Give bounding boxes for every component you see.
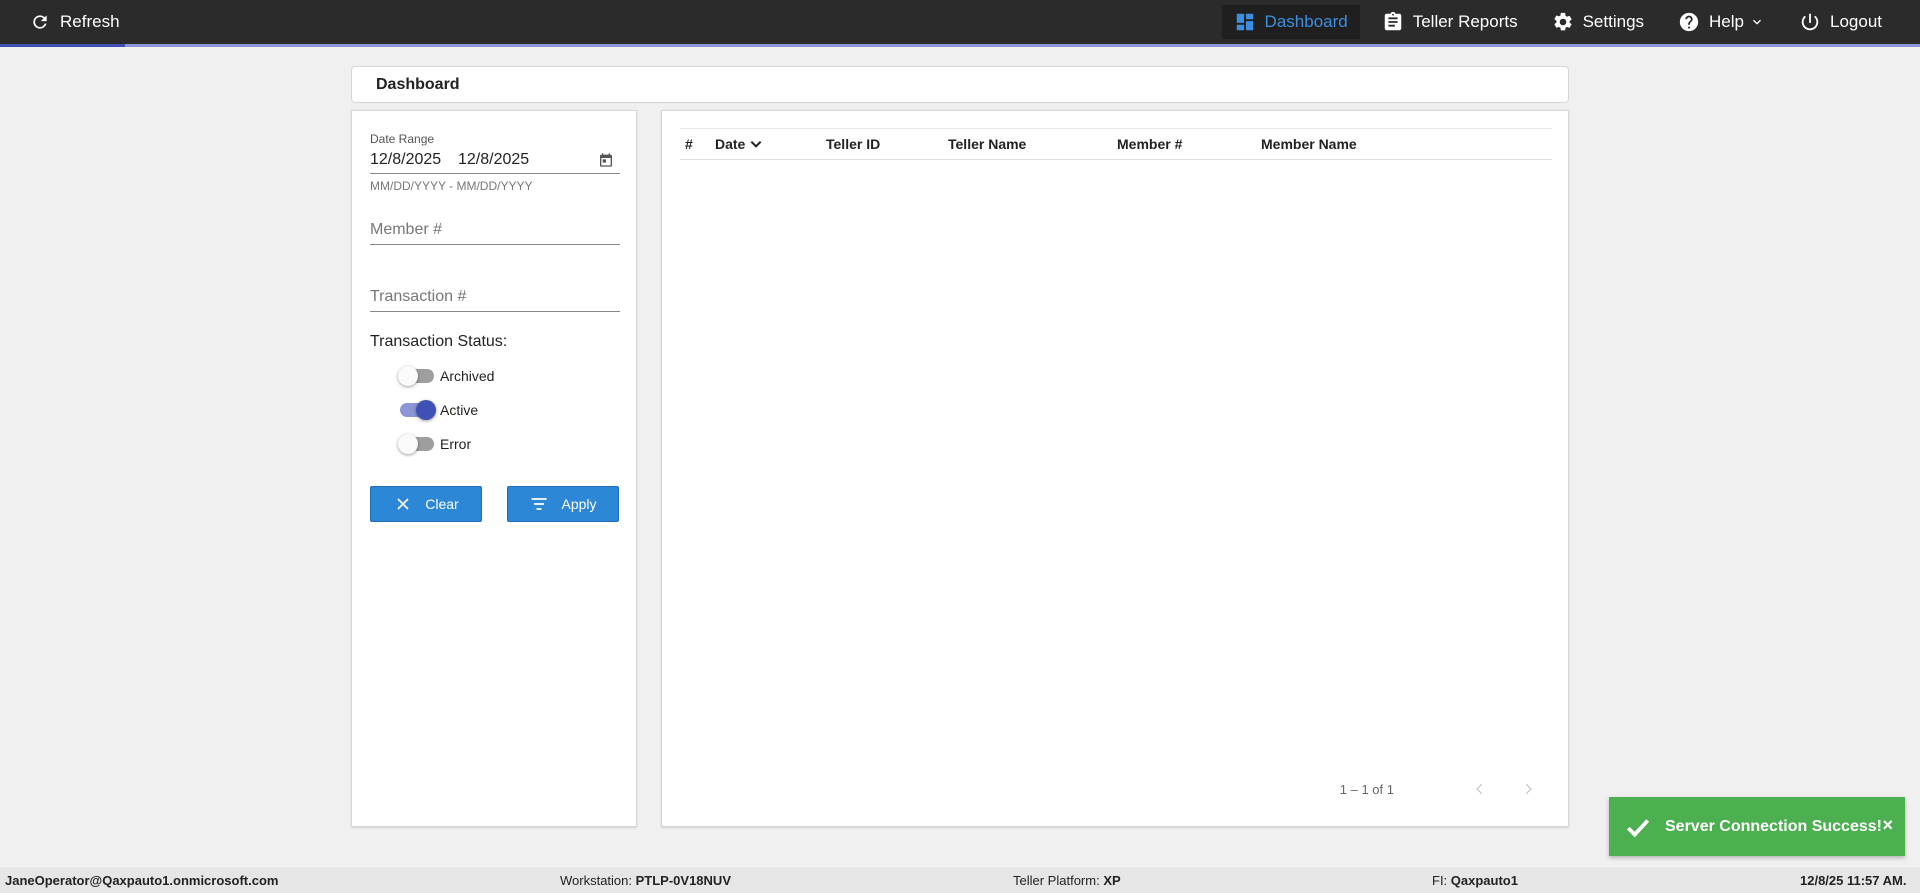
- status-active[interactable]: Active: [400, 399, 478, 421]
- error-label: Error: [440, 436, 472, 452]
- archived-toggle[interactable]: [398, 366, 434, 386]
- toggle-knob: [398, 366, 418, 386]
- archived-label: Archived: [440, 368, 495, 384]
- toggle-knob: [416, 400, 436, 420]
- apply-button[interactable]: Apply: [507, 486, 619, 522]
- page-title: Dashboard: [376, 75, 460, 93]
- nav-dashboard-label: Dashboard: [1264, 12, 1348, 31]
- transaction-number-input[interactable]: Transaction #: [370, 284, 620, 312]
- toast-close-button[interactable]: ×: [1882, 815, 1893, 836]
- footer-workstation-label: Workstation:: [560, 873, 636, 888]
- top-navbar: Refresh Dashboard Teller Reports Setting…: [0, 0, 1920, 44]
- sort-desc-icon: [750, 140, 762, 148]
- table-header: # Date Teller ID Teller Name Member # Me…: [680, 128, 1552, 160]
- check-icon: [1626, 818, 1650, 837]
- column-label: #: [685, 136, 693, 152]
- column-header-teller-id[interactable]: Teller ID: [826, 129, 880, 159]
- gear-icon: [1554, 12, 1572, 31]
- clipboard-icon: [1384, 11, 1401, 31]
- filter-icon: [531, 498, 547, 510]
- column-label: Date: [715, 136, 746, 152]
- footer-fi: FI: Qaxpauto1: [1432, 873, 1518, 888]
- close-icon: [397, 498, 409, 510]
- power-icon: [1801, 13, 1819, 31]
- next-page-button[interactable]: [1518, 779, 1538, 799]
- error-toggle[interactable]: [398, 434, 434, 454]
- nav-logout[interactable]: Logout: [1787, 5, 1894, 39]
- member-number-input[interactable]: Member #: [370, 217, 620, 245]
- refresh-label: Refresh: [60, 12, 120, 31]
- footer-workstation: Workstation: PTLP-0V18NUV: [560, 873, 731, 888]
- footer-timestamp: 12/8/25 11:57 AM.: [1800, 873, 1906, 888]
- calendar-icon[interactable]: [598, 152, 614, 168]
- chevron-right-icon: [1525, 783, 1532, 795]
- nav-dashboard[interactable]: Dashboard: [1221, 5, 1360, 39]
- refresh-button[interactable]: Refresh: [30, 0, 120, 44]
- nav-logout-label: Logout: [1830, 12, 1882, 31]
- column-header-number[interactable]: #: [685, 129, 693, 159]
- status-archived[interactable]: Archived: [398, 365, 495, 387]
- help-icon: [1679, 12, 1699, 32]
- nav-teller-reports-label: Teller Reports: [1412, 12, 1518, 31]
- nav-teller-reports[interactable]: Teller Reports: [1370, 5, 1530, 39]
- navbar-accent-line: [0, 44, 1920, 47]
- column-label: Member #: [1117, 136, 1183, 152]
- footer-fi-value: Qaxpauto1: [1450, 873, 1518, 888]
- clear-label: Clear: [425, 496, 459, 512]
- nav-settings[interactable]: Settings: [1540, 5, 1656, 39]
- toast-message: Server Connection Success!: [1665, 817, 1882, 835]
- previous-page-button[interactable]: [1470, 779, 1490, 799]
- footer-user-value: JaneOperator@Qaxpauto1.onmicrosoft.com: [5, 873, 279, 888]
- transaction-status-title: Transaction Status:: [370, 333, 508, 350]
- column-header-teller-name[interactable]: Teller Name: [948, 129, 1026, 159]
- toggle-knob: [398, 434, 418, 454]
- status-bar: JaneOperator@Qaxpauto1.onmicrosoft.com W…: [0, 867, 1920, 893]
- footer-platform-value: XP: [1103, 873, 1121, 888]
- date-range-end[interactable]: 12/8/2025: [458, 151, 529, 169]
- date-range-label: Date Range: [370, 132, 435, 146]
- loading-progress-bar: [0, 44, 125, 47]
- nav-settings-label: Settings: [1582, 12, 1645, 31]
- refresh-icon: [33, 15, 47, 29]
- date-range-input[interactable]: 12/8/2025 12/8/2025: [370, 146, 620, 174]
- dashboard-icon: [1236, 13, 1253, 31]
- footer-timestamp-value: 12/8/25 11:57 AM.: [1800, 873, 1907, 888]
- nav-menu: Dashboard Teller Reports Settings Help L…: [1221, 0, 1920, 44]
- results-panel: # Date Teller ID Teller Name Member # Me…: [661, 110, 1569, 827]
- column-header-member-number[interactable]: Member #: [1117, 129, 1182, 159]
- pagination-range: 1 – 1 of 1: [1339, 781, 1394, 797]
- chevron-down-icon: [1753, 19, 1761, 25]
- toast-notification: Server Connection Success! ×: [1609, 797, 1905, 856]
- clear-button[interactable]: Clear: [370, 486, 482, 522]
- paginator: 1 – 1 of 1: [1340, 779, 1538, 799]
- status-error[interactable]: Error: [398, 433, 472, 455]
- footer-fi-label: FI:: [1432, 873, 1451, 888]
- active-label: Active: [440, 402, 479, 418]
- footer-platform: Teller Platform: XP: [1013, 873, 1121, 888]
- column-label: Teller Name: [948, 136, 1027, 152]
- nav-help-label: Help: [1709, 12, 1744, 31]
- active-toggle[interactable]: [400, 400, 436, 420]
- date-range-hint: MM/DD/YYYY - MM/DD/YYYY: [370, 179, 533, 193]
- footer-user: JaneOperator@Qaxpauto1.onmicrosoft.com: [5, 873, 278, 888]
- nav-help[interactable]: Help: [1666, 5, 1777, 39]
- filter-panel: Date Range 12/8/2025 12/8/2025 MM/DD/YYY…: [351, 110, 637, 827]
- date-range-start[interactable]: 12/8/2025: [370, 151, 458, 169]
- footer-workstation-value: PTLP-0V18NUV: [635, 873, 731, 888]
- footer-platform-label: Teller Platform:: [1013, 873, 1104, 888]
- apply-label: Apply: [561, 496, 597, 512]
- column-label: Member Name: [1261, 136, 1357, 152]
- chevron-left-icon: [1476, 783, 1483, 795]
- page-title-card: Dashboard: [351, 66, 1569, 103]
- column-header-date[interactable]: Date: [715, 129, 763, 159]
- column-label: Teller ID: [826, 136, 881, 152]
- column-header-member-name[interactable]: Member Name: [1261, 129, 1357, 159]
